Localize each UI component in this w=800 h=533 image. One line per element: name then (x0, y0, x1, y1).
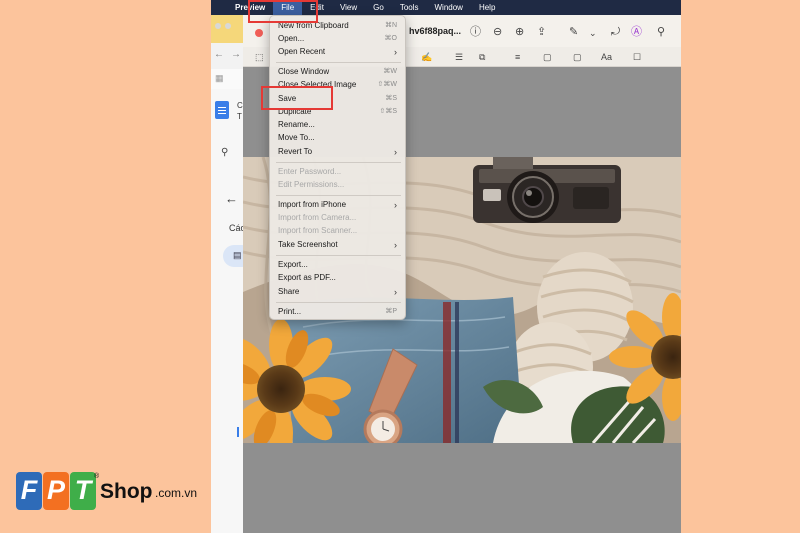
menu-item-open-recent[interactable]: Open Recent › (278, 46, 399, 58)
logo-block-blue: F (16, 472, 42, 510)
chevron-right-icon: › (394, 147, 397, 157)
border-color-icon[interactable]: ▢ (543, 51, 552, 63)
screenshot-frame: Preview File Edit View Go Tools Window H… (211, 0, 681, 533)
registered-mark: ® (94, 473, 100, 480)
window-control-dot[interactable] (215, 23, 221, 29)
chevron-right-icon: › (394, 287, 397, 297)
line-style-icon[interactable]: ≡ (515, 51, 520, 63)
menu-tools[interactable]: Tools (392, 0, 427, 15)
google-docs-icon[interactable] (215, 101, 229, 119)
chevron-right-icon: › (394, 240, 397, 250)
zoom-out-icon[interactable]: ⊖ (493, 26, 502, 38)
menu-view[interactable]: View (332, 0, 365, 15)
bookmarks-bar: ▦ (211, 69, 243, 89)
zoom-in-icon[interactable]: ⊕ (515, 26, 524, 38)
menu-separator (276, 255, 401, 256)
menu-item-export-as-pdf[interactable]: Export as PDF... (278, 272, 399, 284)
selection-tool-icon[interactable]: ⬚ (255, 51, 264, 63)
menu-window[interactable]: Window (427, 0, 471, 15)
resize-icon[interactable]: ⧉ (479, 51, 485, 63)
rotate-icon[interactable]: ⤾ (611, 26, 620, 38)
fill-color-icon[interactable]: ▢ (573, 51, 582, 63)
browser-tab-strip (211, 15, 243, 43)
menu-help[interactable]: Help (471, 0, 503, 15)
markup-pen-icon[interactable]: ✎ (569, 26, 578, 38)
annotate-icon[interactable]: ☐ (633, 51, 641, 63)
fpt-shop-logo: F P T ® Shop .com.vn (16, 470, 216, 516)
doc-title-line2: T (237, 112, 242, 121)
menu-item-edit-permissions: Edit Permissions... (278, 180, 345, 189)
adjust-color-icon[interactable]: ☰ (455, 51, 463, 63)
background-docs-window: ← → ▦ C T ⚲ ← Các ▤ (211, 15, 253, 533)
back-arrow-icon[interactable]: ← (214, 49, 224, 60)
menu-item-export[interactable]: Export... (278, 259, 399, 271)
info-icon[interactable]: ⓘ (470, 26, 481, 38)
apps-grid-icon[interactable]: ▦ (215, 73, 224, 84)
chevron-right-icon: › (394, 200, 397, 210)
menu-item-open[interactable]: Open... ⌘O (278, 33, 399, 45)
menu-separator (276, 162, 401, 163)
logo-block-orange: P (43, 472, 69, 510)
sign-tool-icon[interactable]: ✍ (421, 51, 432, 63)
logo-domain-text: .com.vn (155, 486, 198, 500)
chevron-down-icon[interactable]: ⌄ (589, 27, 597, 39)
forward-arrow-icon[interactable]: → (231, 49, 241, 60)
menu-item-revert-to[interactable]: Revert To › (278, 146, 399, 158)
outline-icon: ▤ (233, 250, 242, 260)
highlight-save-item (261, 86, 333, 110)
logo-block-green: T (70, 472, 96, 510)
menu-separator (276, 62, 401, 63)
chevron-right-icon: › (394, 47, 397, 57)
menu-item-print[interactable]: Print... ⌘P (278, 306, 399, 318)
search-icon[interactable]: ⚲ (657, 26, 665, 38)
markup-toolbar-icon[interactable]: Ⓐ (631, 26, 642, 38)
menu-item-close-window[interactable]: Close Window ⌘W (278, 66, 399, 78)
menu-item-import-from-camera: Import from Camera... (278, 213, 357, 222)
menu-item-take-screenshot[interactable]: Take Screenshot › (278, 239, 399, 251)
share-icon[interactable]: ⇪ (537, 26, 546, 38)
logo-brand-text: Shop (100, 480, 153, 503)
window-filename: hv6f88paq... (409, 26, 462, 36)
highlight-file-menu (248, 0, 318, 23)
cursor-mark (237, 427, 239, 437)
menu-separator (276, 195, 401, 196)
menu-go[interactable]: Go (365, 0, 392, 15)
doc-title[interactable]: C (237, 101, 243, 110)
menu-item-rename[interactable]: Rename... (278, 119, 399, 131)
window-control-dot[interactable] (225, 23, 231, 29)
menu-item-move-to[interactable]: Move To... (278, 132, 399, 144)
browser-nav-row: ← → (211, 43, 243, 69)
menu-item-share[interactable]: Share › (278, 286, 399, 298)
menu-item-enter-password: Enter Password... (278, 167, 342, 176)
search-icon[interactable]: ⚲ (221, 147, 228, 158)
menu-item-import-from-iphone[interactable]: Import from iPhone › (278, 199, 399, 211)
back-arrow-icon[interactable]: ← (225, 191, 238, 206)
menu-separator (276, 302, 401, 303)
close-window-icon[interactable] (255, 29, 263, 37)
text-style-icon[interactable]: Aa (601, 51, 612, 63)
file-menu-dropdown: New from Clipboard ⌘N Open... ⌘O Open Rece… (269, 15, 406, 320)
menu-item-import-from-scanner: Import from Scanner... (278, 226, 358, 235)
